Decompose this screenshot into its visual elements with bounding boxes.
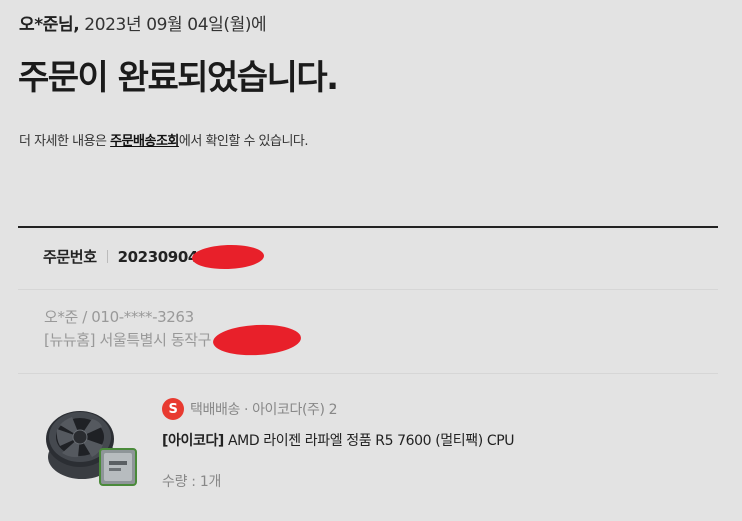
row-divider	[18, 373, 718, 374]
product-quantity: 수량 : 1개	[162, 474, 222, 490]
cpu-cooler-product-image[interactable]	[42, 401, 138, 491]
cpu-cooler-icon	[46, 411, 137, 486]
greeting-line: 오*준님, 2023년 09월 04일(월)에	[19, 10, 267, 35]
order-tracking-link[interactable]: 주문배송조회	[110, 134, 179, 149]
recipient-address: [뉴뉴홈] 서울특별시 동작구	[44, 331, 212, 349]
redaction-mark	[191, 243, 265, 271]
recipient-info: 오*준 / 010-****-3263 [뉴뉴홈] 서울특별시 동작구	[44, 306, 211, 352]
product-brand: [아이코다]	[162, 433, 224, 449]
seller-badge-icon: S	[162, 398, 184, 420]
order-complete-page: 오*준님, 2023년 09월 04일(월)에 주문이 완료되었습니다. 더 자…	[0, 0, 742, 521]
order-number-value: 20230904	[117, 247, 199, 266]
order-date: 2023년 09월 04일(월)에	[84, 15, 267, 35]
order-number-row: 주문번호 20230904	[43, 246, 198, 267]
seller-info: 택배배송 · 아이코다(주) 2	[190, 402, 338, 418]
product-title: AMD 라이젠 라파엘 정품 R5 7600 (멀티팩) CPU	[223, 433, 515, 449]
section-divider	[18, 226, 718, 228]
redaction-mark	[212, 322, 302, 358]
page-title: 주문이 완료되었습니다.	[18, 58, 339, 98]
notice-prefix: 더 자세한 내용은	[19, 134, 111, 149]
order-number-label: 주문번호	[43, 248, 97, 266]
customer-name: 오*준님,	[19, 15, 80, 35]
order-notice: 더 자세한 내용은 주문배송조회에서 확인할 수 있습니다.	[19, 130, 309, 149]
order-number-separator	[106, 250, 108, 263]
notice-suffix: 에서 확인할 수 있습니다.	[178, 134, 309, 149]
product-name-link[interactable]: [아이코다] AMD 라이젠 라파엘 정품 R5 7600 (멀티팩) CPU	[162, 430, 514, 450]
recipient-name-phone: 오*준 / 010-****-3263	[44, 308, 194, 326]
seller-row: S 택배배송 · 아이코다(주) 2	[162, 398, 338, 420]
row-divider	[18, 289, 718, 290]
